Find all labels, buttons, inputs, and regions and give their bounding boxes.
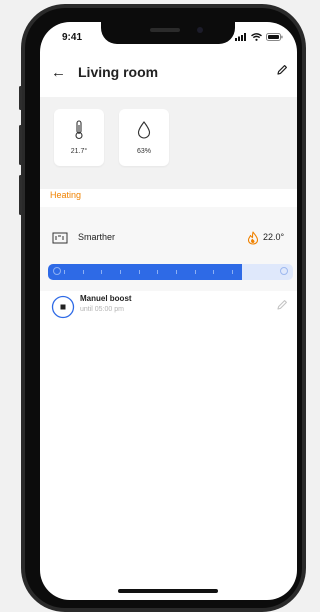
back-arrow-icon[interactable]: ← [51, 64, 66, 82]
temperature-slider[interactable] [48, 264, 293, 280]
slider-tick [101, 270, 102, 274]
heating-section-title: Heating [50, 190, 82, 200]
battery-icon [266, 33, 283, 41]
temperature-card: 21.7° [54, 109, 104, 166]
mute-switch [19, 86, 22, 110]
slider-tick [83, 270, 84, 274]
speaker [150, 28, 180, 32]
slider-tick [176, 270, 177, 274]
volume-up-button [19, 125, 22, 165]
boost-row[interactable]: Manuel boost until 05:00 pm [40, 290, 297, 326]
boost-edit-icon[interactable] [275, 298, 289, 312]
device-name: Smarther [78, 232, 116, 242]
slider-tick [120, 270, 121, 274]
slider-tick [195, 270, 196, 274]
home-indicator [118, 589, 218, 593]
edit-pencil-icon[interactable] [275, 63, 289, 77]
sensor-panel: 21.7° 63% [40, 97, 297, 189]
setpoint-temperature: 22.0° [263, 232, 285, 242]
header: ← Living room [40, 52, 297, 94]
slider-min-indicator [53, 267, 61, 275]
camera [197, 27, 203, 33]
status-icons [235, 33, 283, 41]
humidity-value: 63% [136, 148, 151, 155]
slider-tick [213, 270, 214, 274]
slider-tick [64, 270, 65, 274]
page-title: Living room [78, 64, 159, 80]
slider-tick [157, 270, 158, 274]
volume-down-button [19, 175, 22, 215]
thermostat-icon [52, 232, 68, 244]
temperature-value: 21.7° [70, 148, 88, 155]
signal-icon [235, 33, 246, 41]
boost-label: Manuel boost [80, 294, 132, 303]
droplet-icon [137, 121, 151, 139]
boost-until: until 05:00 pm [80, 306, 124, 313]
stop-circle-icon [51, 295, 75, 319]
slider-tick [139, 270, 140, 274]
app-screen: 9:41 ← Living room 21.7° 63% Heating Sma… [40, 22, 297, 600]
slider-tick [232, 270, 233, 274]
wifi-icon [251, 33, 262, 41]
status-time: 9:41 [62, 32, 83, 43]
humidity-card: 63% [119, 109, 169, 166]
thermometer-icon [75, 120, 83, 140]
notch [101, 22, 235, 44]
flame-icon [247, 231, 259, 245]
slider-thumb[interactable] [280, 267, 288, 275]
